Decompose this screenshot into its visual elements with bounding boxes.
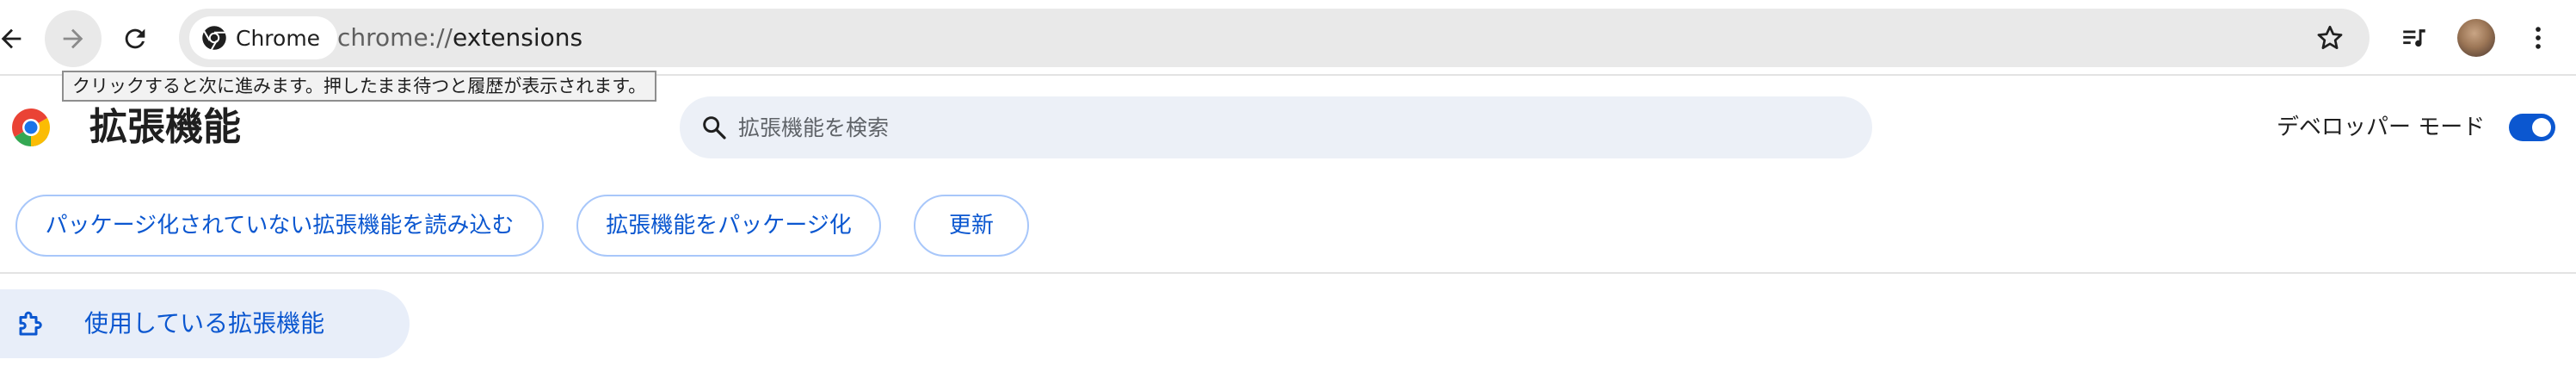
toolbar-actions: パッケージ化されていない拡張機能を読み込む 拡張機能をパッケージ化 更新: [0, 191, 2576, 274]
browser-menu-button[interactable]: [2519, 19, 2557, 57]
address-bar[interactable]: Chrome chrome://extensions: [179, 9, 2370, 67]
search-input[interactable]: [738, 96, 1840, 158]
pack-extension-button[interactable]: 拡張機能をパッケージ化: [576, 195, 881, 257]
chrome-color-logo-icon: [12, 108, 50, 146]
url-scheme: chrome://: [337, 23, 453, 52]
load-unpacked-button[interactable]: パッケージ化されていない拡張機能を読み込む: [15, 195, 544, 257]
developer-mode-label: デベロッパー モード: [2277, 115, 2486, 140]
chrome-extensions-page: Chrome chrome://extensions クリックすると次に進みます…: [0, 0, 2576, 372]
site-info-chip[interactable]: Chrome: [189, 16, 338, 59]
media-control-button[interactable]: [2395, 19, 2433, 57]
sidebar-item-label: 使用している拡張機能: [84, 309, 325, 338]
chrome-logo-icon: [202, 26, 226, 51]
more-vert-icon: [2536, 27, 2541, 49]
avatar[interactable]: [2457, 19, 2495, 57]
search-icon: [703, 116, 726, 140]
url-text[interactable]: chrome://extensions: [337, 9, 582, 67]
back-button[interactable]: [0, 10, 40, 67]
page-title: 拡張機能: [89, 105, 241, 149]
back-arrow-icon: [1, 28, 22, 49]
reload-button[interactable]: [107, 10, 163, 67]
search-bar[interactable]: [680, 96, 1872, 158]
update-button[interactable]: 更新: [914, 195, 1029, 257]
media-control-icon: [2403, 29, 2425, 47]
forward-arrow-icon: [63, 28, 83, 49]
url-path: extensions: [452, 23, 583, 52]
developer-mode-toggle[interactable]: [2509, 114, 2555, 141]
browser-toolbar: Chrome chrome://extensions: [0, 0, 2576, 76]
forward-button[interactable]: [45, 10, 102, 67]
reload-icon: [125, 28, 145, 49]
puzzle-piece-icon: [19, 311, 42, 336]
sidebar-item-my-extensions[interactable]: 使用している拡張機能: [0, 289, 410, 358]
toggle-knob: [2532, 118, 2551, 137]
forward-tooltip: クリックすると次に進みます。押したまま待つと履歴が表示されます。: [62, 71, 657, 102]
star-icon[interactable]: [2314, 22, 2345, 53]
site-chip-label: Chrome: [236, 25, 321, 51]
header-divider: [0, 272, 2576, 274]
